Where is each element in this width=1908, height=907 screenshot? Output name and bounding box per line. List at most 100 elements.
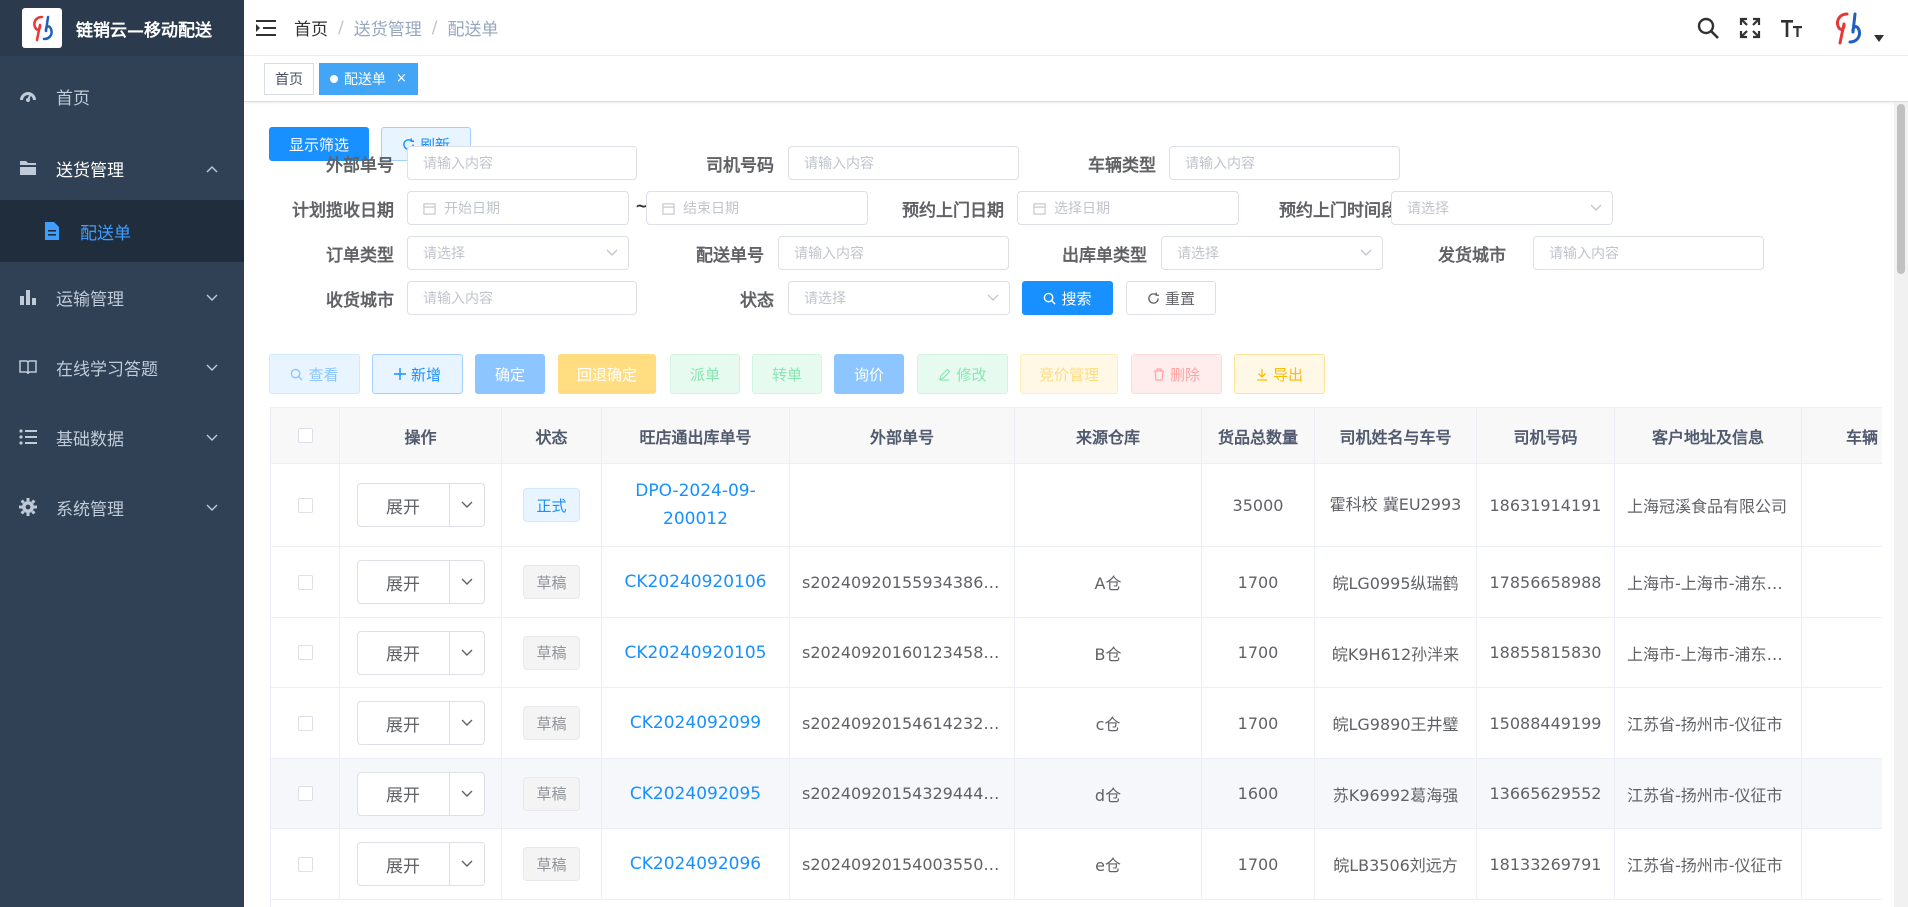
column-header: 状态 <box>502 408 602 464</box>
view-button[interactable]: 查看 <box>269 354 360 394</box>
font-size-icon[interactable] <box>1778 14 1806 42</box>
row-checkbox[interactable] <box>297 497 313 513</box>
expand-button[interactable]: 展开 <box>358 561 450 603</box>
caret-down-icon[interactable] <box>1874 34 1884 42</box>
vehicle-type-input[interactable]: 请输入内容 <box>1169 146 1400 180</box>
hamburger-icon[interactable] <box>238 0 294 56</box>
expand-dropdown[interactable]: 展开 <box>356 483 485 527</box>
order-no-link[interactable]: CK2024092099 <box>602 688 790 759</box>
expand-button[interactable]: 展开 <box>358 702 450 744</box>
gear-icon <box>18 497 38 517</box>
status-badge: 草稿 <box>523 776 580 811</box>
order-no-link[interactable]: CK2024092096 <box>602 829 790 900</box>
external-no-input[interactable]: 请输入内容 <box>407 146 637 180</box>
button-label: 转单 <box>771 365 802 384</box>
search-icon[interactable] <box>1694 14 1722 42</box>
plan-start-date-input[interactable]: 开始日期 <box>407 191 629 225</box>
breadcrumb-home[interactable]: 首页 <box>294 15 328 40</box>
reset-button[interactable]: 重置 <box>1126 281 1216 315</box>
inquiry-button[interactable]: 询价 <box>834 354 904 394</box>
row-checkbox[interactable] <box>297 856 313 872</box>
driver-cell: 皖LB3506刘远方 <box>1315 829 1477 900</box>
row-checkbox[interactable] <box>297 574 313 590</box>
chevron-down-icon[interactable] <box>450 843 484 885</box>
chevron-down-icon <box>206 427 218 447</box>
sidebar-item-delivery-order[interactable]: 配送单 <box>0 200 244 262</box>
cell-text: s2024092015432944412 <box>802 784 1002 803</box>
row-checkbox[interactable] <box>297 715 313 731</box>
sidebar-item-transport[interactable]: 运输管理 <box>0 262 244 332</box>
calendar-icon <box>662 202 675 215</box>
sidebar-item-basic-data[interactable]: 基础数据 <box>0 402 244 472</box>
visit-period-select[interactable]: 请选择 <box>1391 191 1613 225</box>
expand-dropdown[interactable]: 展开 <box>356 842 485 886</box>
sidebar-item-system[interactable]: 系统管理 <box>0 472 244 542</box>
delivery-no-input[interactable]: 请输入内容 <box>778 236 1009 270</box>
phone-cell: 18855815830 <box>1477 618 1615 688</box>
chevron-down-icon <box>1360 249 1372 257</box>
tag-home[interactable]: 首页 <box>264 62 314 95</box>
add-button[interactable]: 新增 <box>372 354 463 394</box>
confirm-button[interactable]: 确定 <box>475 354 545 394</box>
order-no-link[interactable]: DPO-2024-09-200012 <box>602 464 790 547</box>
visit-date-input[interactable]: 选择日期 <box>1017 191 1239 225</box>
ship-city-input[interactable]: 请输入内容 <box>1533 236 1764 270</box>
table-row: 展开 草稿 CK20240920105 s2024092016012345812… <box>271 618 1882 688</box>
status-badge: 草稿 <box>523 847 580 881</box>
dispatch-button[interactable]: 派单 <box>670 354 740 394</box>
transfer-button[interactable]: 转单 <box>752 354 822 394</box>
column-header: 客户地址及信息 <box>1615 408 1802 464</box>
sidebar-item-delivery[interactable]: 送货管理 <box>0 136 244 200</box>
fullscreen-icon[interactable] <box>1736 14 1764 42</box>
page-scrollbar[interactable] <box>1894 102 1908 907</box>
expand-dropdown[interactable]: 展开 <box>356 630 485 675</box>
tag-delivery-order[interactable]: 配送单 × <box>319 62 418 95</box>
order-type-select[interactable]: 请选择 <box>407 236 629 270</box>
expand-button[interactable]: 展开 <box>358 772 450 815</box>
cell-text: 江苏省-扬州市-仪征市 <box>1627 785 1783 805</box>
refresh-icon <box>1147 291 1160 305</box>
order-no-link[interactable]: CK20240920105 <box>602 618 790 688</box>
search-button[interactable]: 搜索 <box>1022 281 1113 315</box>
qty-cell: 1700 <box>1202 547 1315 618</box>
bidding-button[interactable]: 竞价管理 <box>1020 354 1118 394</box>
order-no-link[interactable]: CK2024092095 <box>602 759 790 829</box>
order-no-link[interactable]: CK20240920106 <box>602 547 790 618</box>
expand-dropdown[interactable]: 展开 <box>356 701 485 745</box>
status-select[interactable]: 请选择 <box>788 281 1010 315</box>
recv-city-input[interactable]: 请输入内容 <box>407 281 637 315</box>
sidebar-item-learning[interactable]: 在线学习答题 <box>0 332 244 402</box>
plan-end-date-input[interactable]: 结束日期 <box>646 191 868 225</box>
cell-text: s2024092015593438612 <box>802 572 1002 592</box>
outbound-type-select[interactable]: 请选择 <box>1161 236 1383 270</box>
operation-cell: 展开 <box>340 688 502 759</box>
avatar[interactable] <box>1824 5 1870 51</box>
driver-phone-label: 司机号码 <box>706 156 774 176</box>
revert-confirm-button[interactable]: 回退确定 <box>558 354 656 394</box>
row-checkbox[interactable] <box>297 786 313 801</box>
chevron-down-icon[interactable] <box>450 773 484 815</box>
chevron-down-icon[interactable] <box>450 561 484 603</box>
close-icon[interactable]: × <box>396 71 407 86</box>
chevron-down-icon[interactable] <box>450 484 484 526</box>
chevron-down-icon[interactable] <box>450 632 484 674</box>
driver-phone-input[interactable]: 请输入内容 <box>788 146 1019 180</box>
vehicle-cell <box>1802 759 1882 829</box>
chevron-down-icon <box>206 497 218 517</box>
expand-dropdown[interactable]: 展开 <box>356 771 485 816</box>
edit-button[interactable]: 修改 <box>917 354 1008 394</box>
expand-button[interactable]: 展开 <box>358 631 450 674</box>
button-label: 修改 <box>956 365 987 384</box>
scrollbar-thumb[interactable] <box>1897 104 1905 274</box>
select-all-checkbox[interactable] <box>297 428 313 443</box>
chevron-down-icon[interactable] <box>450 702 484 744</box>
delete-button[interactable]: 删除 <box>1131 354 1222 394</box>
placeholder: 请输入内容 <box>1185 156 1255 172</box>
expand-button[interactable]: 展开 <box>358 843 450 885</box>
expand-dropdown[interactable]: 展开 <box>356 560 485 604</box>
sidebar-item-home[interactable]: 首页 <box>0 56 244 136</box>
row-checkbox[interactable] <box>297 645 313 660</box>
expand-button[interactable]: 展开 <box>358 484 450 526</box>
button-label: 删除 <box>1169 365 1200 384</box>
export-button[interactable]: 导出 <box>1234 354 1325 394</box>
